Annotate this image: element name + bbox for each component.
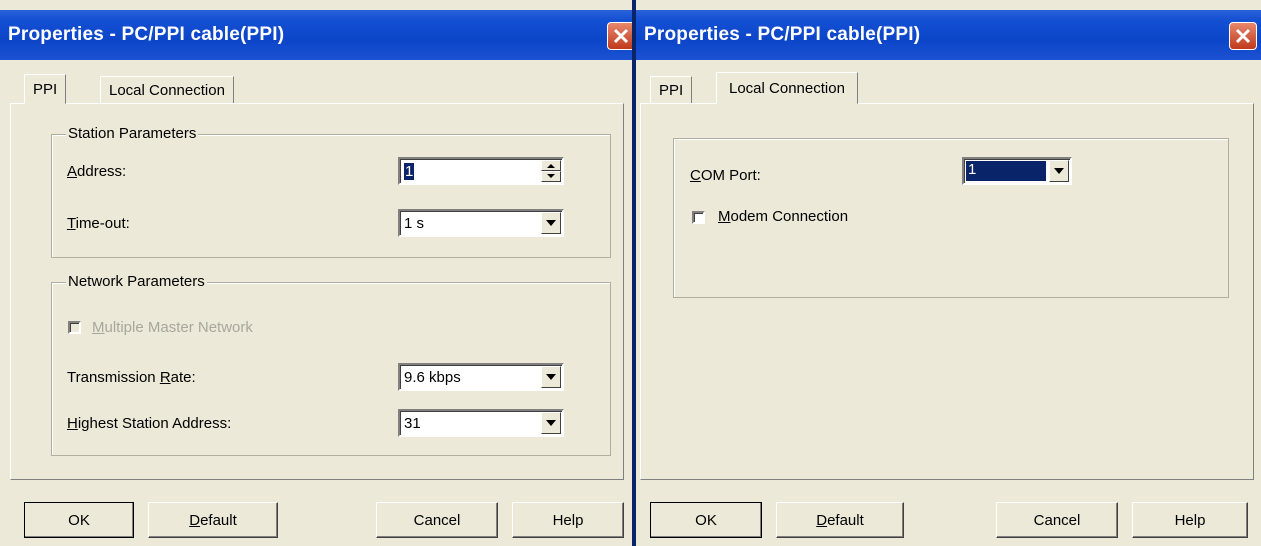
transmission-rate-label: Transmission Rate:	[67, 369, 196, 386]
group-legend: Network Parameters	[66, 273, 207, 290]
window-title: Properties - PC/PPI cable(PPI)	[8, 24, 285, 45]
close-icon	[613, 28, 629, 44]
tab-local-connection[interactable]: Local Connection	[716, 72, 858, 104]
close-button[interactable]	[607, 22, 632, 50]
highest-station-address-label: Highest Station Address:	[67, 415, 232, 432]
spin-down-button[interactable]	[541, 171, 561, 182]
spin-up-icon	[547, 164, 555, 168]
dropdown-button[interactable]	[541, 212, 561, 234]
tab-ppi[interactable]: PPI	[650, 76, 693, 104]
highest-station-address-dropdown[interactable]: 31	[398, 409, 564, 437]
address-spinbox[interactable]: 1	[398, 157, 564, 185]
timeout-value: 1 s	[404, 215, 425, 232]
chevron-down-icon	[546, 420, 556, 426]
multiple-master-checkbox[interactable]	[68, 321, 81, 334]
group-legend: Station Parameters	[66, 125, 199, 142]
default-button[interactable]: Default	[776, 502, 904, 538]
com-port-dropdown[interactable]: 1	[962, 157, 1072, 185]
transmission-rate-dropdown[interactable]: 9.6 kbps	[398, 363, 564, 391]
dropdown-button[interactable]	[541, 412, 561, 434]
ok-button[interactable]: OK	[650, 502, 762, 538]
tab-panel: Station Parameters Address: 1 Time-out: …	[10, 103, 624, 480]
cancel-button[interactable]: Cancel	[996, 502, 1118, 538]
transmission-rate-value: 9.6 kbps	[404, 369, 461, 386]
properties-dialog-local-connection: Properties - PC/PPI cable(PPI) PPI Local…	[636, 0, 1261, 546]
modem-connection-label: Modem Connection	[718, 208, 849, 225]
title-bar[interactable]: Properties - PC/PPI cable(PPI)	[0, 10, 632, 60]
tab-ppi-label: PPI	[33, 80, 58, 98]
timeout-label: Time-out:	[67, 215, 130, 232]
address-value: 1	[404, 163, 415, 180]
tab-local-connection-label: Local Connection	[109, 81, 225, 99]
com-port-label: COM Port:	[690, 167, 761, 184]
tab-ppi[interactable]: PPI	[24, 74, 67, 104]
timeout-dropdown[interactable]: 1 s	[398, 209, 564, 237]
com-port-value: 1	[966, 161, 1046, 181]
default-button[interactable]: Default	[148, 502, 278, 538]
ok-button[interactable]: OK	[24, 502, 134, 538]
connection-group: COM Port: 1 Modem Connection	[673, 138, 1229, 298]
close-button[interactable]	[1229, 22, 1257, 50]
multiple-master-label: Multiple Master Network	[92, 319, 253, 336]
tab-local-connection[interactable]: Local Connection	[100, 76, 234, 104]
help-button[interactable]: Help	[1132, 502, 1248, 538]
chevron-down-icon	[1054, 168, 1064, 174]
cancel-button[interactable]: Cancel	[376, 502, 498, 538]
chevron-down-icon	[546, 374, 556, 380]
close-icon	[1235, 28, 1251, 44]
station-parameters-group: Station Parameters Address: 1 Time-out: …	[51, 125, 611, 258]
tab-ppi-label: PPI	[659, 81, 684, 99]
title-bar[interactable]: Properties - PC/PPI cable(PPI)	[636, 10, 1261, 60]
tab-local-connection-label: Local Connection	[729, 79, 845, 97]
chevron-down-icon	[546, 220, 556, 226]
tab-panel: COM Port: 1 Modem Connection	[640, 103, 1254, 480]
window-title: Properties - PC/PPI cable(PPI)	[644, 24, 921, 45]
highest-station-address-value: 31	[404, 415, 421, 432]
network-parameters-group: Network Parameters Multiple Master Netwo…	[51, 273, 611, 456]
modem-connection-checkbox[interactable]	[692, 211, 705, 224]
help-button[interactable]: Help	[512, 502, 624, 538]
properties-dialog-ppi: Properties - PC/PPI cable(PPI) PPI Local…	[0, 0, 632, 546]
dropdown-button[interactable]	[1049, 160, 1069, 182]
spin-up-button[interactable]	[541, 160, 561, 171]
spin-down-icon	[547, 174, 555, 178]
address-label: Address:	[67, 163, 127, 180]
dropdown-button[interactable]	[541, 366, 561, 388]
